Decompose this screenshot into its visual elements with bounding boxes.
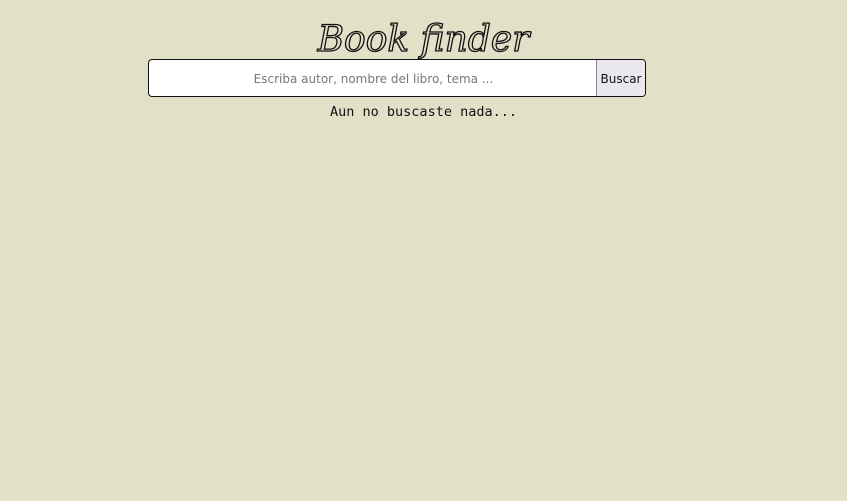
search-bar: Buscar [148,59,646,97]
page-title: Book finder [0,18,847,62]
page-title-text: Book finder [317,18,530,60]
book-finder-app: Book finder Buscar Aun no buscaste nada.… [0,0,847,501]
search-input[interactable] [149,60,598,96]
search-button[interactable]: Buscar [596,60,645,96]
empty-search-message: Aun no buscaste nada... [330,104,517,120]
